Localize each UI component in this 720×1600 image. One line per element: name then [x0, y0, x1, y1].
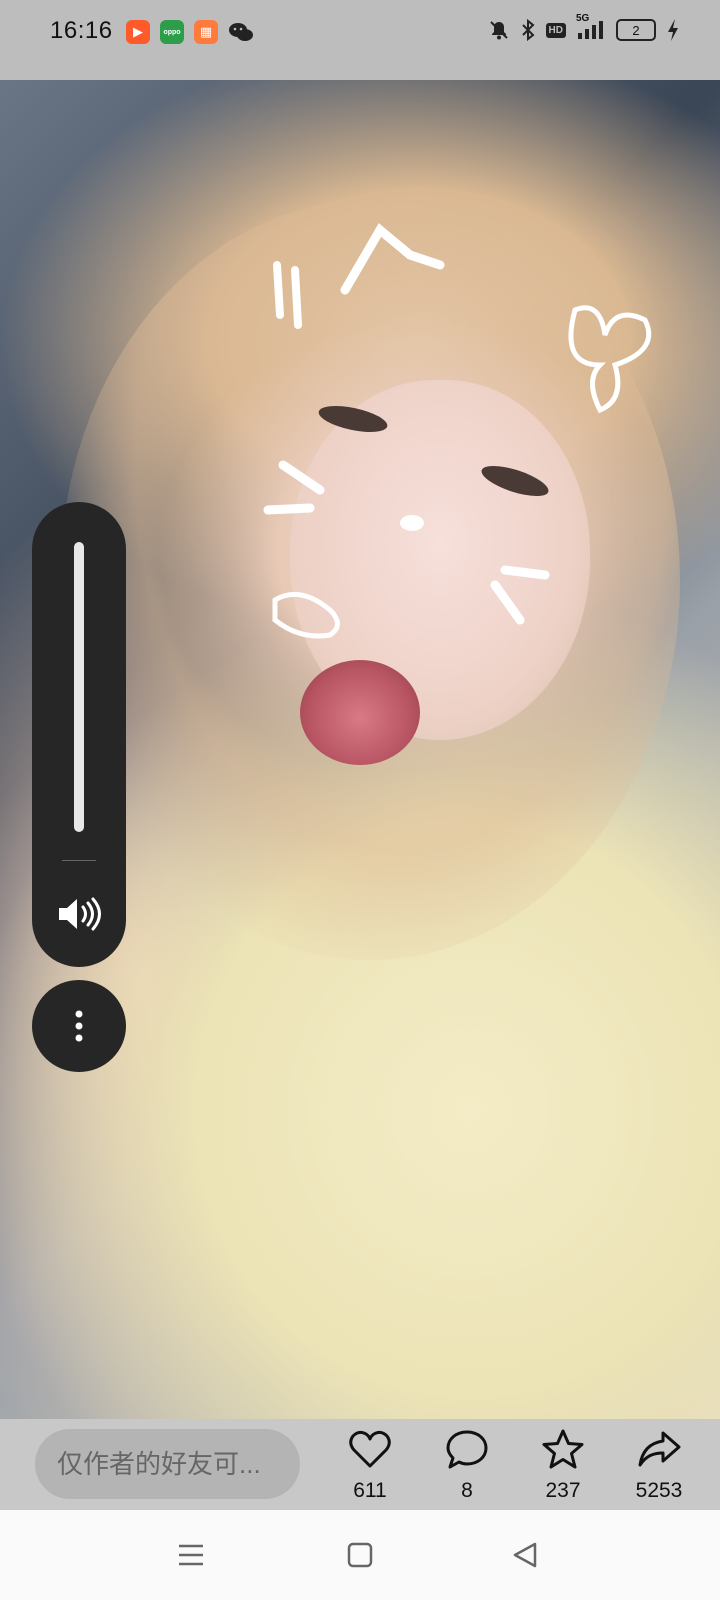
system-nav-bar [0, 1510, 720, 1600]
wechat-icon [228, 20, 254, 44]
volume-panel[interactable] [32, 502, 126, 967]
comment-count: 8 [461, 1479, 473, 1502]
video-app-icon: ▶ [126, 20, 150, 44]
action-bar: 仅作者的好友可... 611 8 237 5253 [0, 1419, 720, 1510]
more-options-button[interactable] [32, 980, 126, 1072]
volume-slider[interactable] [74, 542, 84, 832]
share-button[interactable]: 5253 [619, 1427, 699, 1503]
like-button[interactable]: 611 [330, 1427, 410, 1503]
hd-badge: HD [545, 22, 566, 38]
speaker-icon[interactable] [55, 894, 103, 934]
status-time: 16:16 [50, 17, 113, 44]
heart-icon [349, 1430, 391, 1468]
reader-app-icon: ▦ [194, 20, 218, 44]
like-count: 611 [353, 1479, 387, 1502]
favorite-button[interactable]: 237 [523, 1427, 603, 1503]
favorite-count: 237 [545, 1479, 581, 1502]
triangle-back-icon[interactable] [508, 1540, 542, 1570]
speech-bubble-icon [446, 1430, 488, 1469]
battery-icon: 2 [616, 19, 656, 41]
mute-bell-icon [488, 19, 510, 41]
bluetooth-icon [520, 18, 536, 42]
volume-divider [62, 860, 96, 861]
menu-icon[interactable] [174, 1540, 208, 1570]
signal-icon: 5G [576, 13, 606, 41]
status-indicators: HD 5G 2 [488, 13, 680, 42]
comment-button[interactable]: 8 [427, 1427, 507, 1503]
status-app-icons: ▶ oppo ▦ [126, 20, 254, 44]
oppo-store-icon: oppo [160, 20, 184, 44]
vertical-ellipsis-icon [75, 1010, 83, 1042]
network-type-label: 5G [576, 13, 590, 24]
status-bar: 16:16 ▶ oppo ▦ HD 5G 2 [0, 0, 720, 80]
star-icon [542, 1429, 584, 1469]
square-home-icon[interactable] [343, 1540, 377, 1570]
comment-input[interactable]: 仅作者的好友可... [35, 1429, 300, 1499]
charging-icon [666, 18, 680, 42]
share-arrow-icon [638, 1431, 681, 1467]
share-count: 5253 [635, 1479, 683, 1502]
